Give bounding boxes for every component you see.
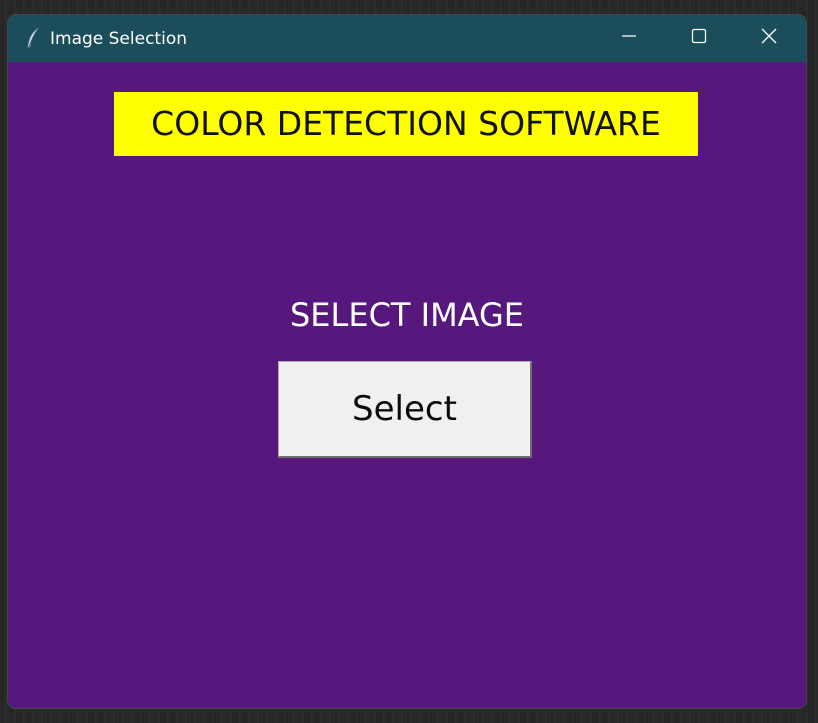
app-window: Image Selection COLOR DETECTION SOFTWARE… [8,15,806,708]
feather-icon [26,27,42,49]
minimize-button[interactable] [594,15,664,62]
window-title: Image Selection [50,29,187,49]
maximize-icon [691,28,707,49]
title-bar[interactable]: Image Selection [8,15,806,62]
close-icon [761,28,777,49]
app-heading: COLOR DETECTION SOFTWARE [114,92,698,156]
main-panel: COLOR DETECTION SOFTWARE SELECT IMAGE Se… [8,62,806,708]
select-image-label: SELECT IMAGE [289,296,525,334]
close-button[interactable] [734,15,804,62]
maximize-button[interactable] [664,15,734,62]
minimize-icon [621,28,637,49]
select-button[interactable]: Select [278,361,532,458]
